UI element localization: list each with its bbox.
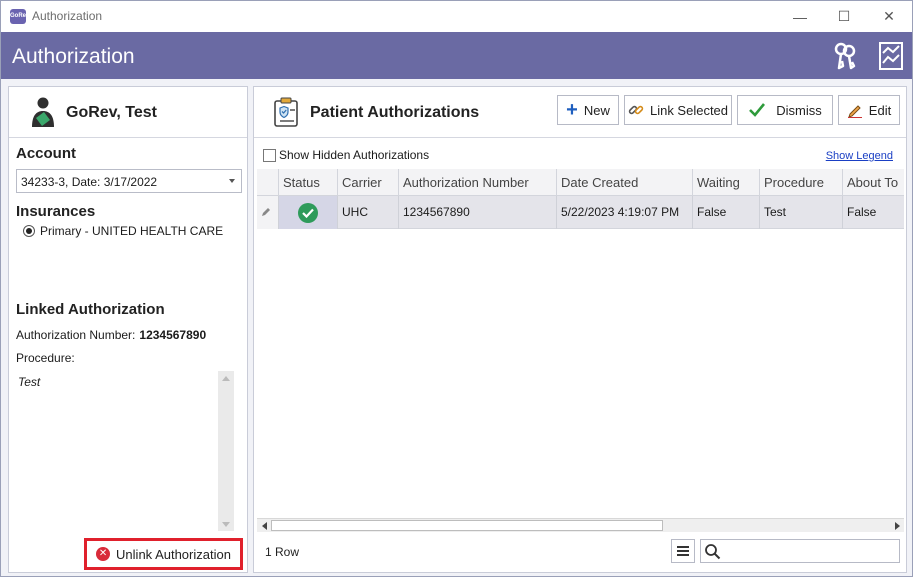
table-row[interactable]: UHC 1234567890 5/22/2023 4:19:07 PM Fals… <box>257 196 904 229</box>
plus-icon: + <box>566 99 578 121</box>
panel-title: Patient Authorizations <box>310 104 480 121</box>
column-header-authorization-number[interactable]: Authorization Number <box>398 169 556 196</box>
linked-authorization-label: Linked Authorization <box>16 301 165 318</box>
column-header-waiting[interactable]: Waiting <box>692 169 759 196</box>
show-hidden-label: Show Hidden Authorizations <box>279 148 430 162</box>
link-selected-button[interactable]: Link Selected <box>624 95 732 125</box>
procedure-value: Test <box>18 375 41 389</box>
header-band: Authorization <box>1 32 912 79</box>
show-legend-link[interactable]: Show Legend <box>826 150 893 162</box>
scroll-down-icon[interactable] <box>218 517 234 531</box>
row-count: 1 Row <box>265 545 300 559</box>
minimize-button[interactable]: — <box>777 1 823 32</box>
account-dropdown[interactable]: 34233-3, Date: 3/17/2022 <box>16 169 242 193</box>
checkmark-icon <box>749 103 766 117</box>
scrollbar-thumb[interactable] <box>271 520 663 531</box>
dismiss-button[interactable]: Dismiss <box>737 95 833 125</box>
patient-header: GoRev, Test <box>9 87 247 138</box>
chevron-down-icon <box>229 179 235 183</box>
table-horizontal-scrollbar[interactable] <box>257 518 904 532</box>
column-header-carrier[interactable]: Carrier <box>337 169 398 196</box>
linked-auth-number-row: Authorization Number: 1234567890 <box>16 328 206 342</box>
maximize-button[interactable]: ☐ <box>821 1 867 32</box>
patient-name: GoRev, Test <box>66 104 157 121</box>
column-header-status[interactable]: Status <box>278 169 337 196</box>
column-menu-button[interactable] <box>671 539 695 563</box>
procedure-scrollbar[interactable] <box>218 371 234 531</box>
auth-number-label: Authorization Number: <box>16 328 136 342</box>
date-created-cell: 5/22/2023 4:19:07 PM <box>556 196 692 229</box>
row-edit-indicator <box>257 196 278 229</box>
procedure-cell: Test <box>759 196 842 229</box>
unlink-authorization-label: Unlink Authorization <box>116 546 231 562</box>
keys-icon[interactable] <box>831 41 859 71</box>
show-hidden-authorizations[interactable]: Show Hidden Authorizations <box>263 148 429 162</box>
column-header-date-created[interactable]: Date Created <box>556 169 692 196</box>
header-indicator-cell <box>257 169 278 196</box>
status-cell <box>278 196 337 229</box>
close-button[interactable]: ✕ <box>866 1 912 32</box>
procedure-label: Procedure: <box>16 351 75 365</box>
title-bar: GoRev Authorization — ☐ ✕ <box>1 1 912 32</box>
search-box[interactable] <box>700 539 900 563</box>
scroll-up-icon[interactable] <box>218 371 234 385</box>
clipboard-shield-icon <box>274 97 298 127</box>
insurance-option-primary[interactable]: Primary - UNITED HEALTH CARE <box>23 224 223 238</box>
column-header-procedure[interactable]: Procedure <box>759 169 842 196</box>
table-header: Status Carrier Authorization Number Date… <box>257 169 904 196</box>
auth-number-value: 1234567890 <box>139 328 207 342</box>
app-logo-icon: GoRev <box>10 9 29 24</box>
column-header-about-to[interactable]: About To <box>842 169 904 196</box>
scroll-left-icon[interactable] <box>257 519 271 532</box>
page-title: Authorization <box>12 45 135 68</box>
authorization-window: GoRev Authorization — ☐ ✕ Authorization <box>0 0 913 577</box>
patient-authorizations-header: Patient Authorizations + New Link Select… <box>254 87 906 138</box>
patient-authorizations-panel: Patient Authorizations + New Link Select… <box>253 86 907 573</box>
waiting-cell: False <box>692 196 759 229</box>
account-label: Account <box>16 145 76 162</box>
procedure-text-area[interactable]: Test <box>16 371 234 531</box>
search-input[interactable] <box>723 542 895 560</box>
patient-icon <box>32 97 54 127</box>
account-selected-value: 34233-3, Date: 3/17/2022 <box>21 175 158 189</box>
pencil-icon <box>847 105 862 118</box>
show-hidden-checkbox[interactable] <box>263 148 276 162</box>
about-to-cell: False <box>842 196 904 229</box>
carrier-cell: UHC <box>337 196 398 229</box>
check-circle-icon <box>298 202 318 223</box>
window-title: Authorization <box>32 9 103 23</box>
authorization-number-cell: 1234567890 <box>398 196 556 229</box>
radio-button[interactable] <box>23 225 35 237</box>
new-button[interactable]: + New <box>557 95 619 125</box>
dismiss-label: Dismiss <box>776 102 822 118</box>
link-icon <box>628 105 644 115</box>
close-circle-icon: ✕ <box>96 547 111 561</box>
edit-button[interactable]: Edit <box>838 95 900 125</box>
pencil-icon <box>262 208 270 216</box>
hamburger-menu-icon <box>677 546 689 556</box>
search-icon <box>705 544 721 560</box>
link-selected-label: Link Selected <box>649 102 729 118</box>
new-label: New <box>583 102 610 118</box>
scroll-right-icon[interactable] <box>890 519 904 532</box>
edit-label: Edit <box>868 102 892 118</box>
authorizations-table: Status Carrier Authorization Number Date… <box>257 169 904 520</box>
patient-panel: GoRev, Test Account 34233-3, Date: 3/17/… <box>8 86 248 573</box>
chart-icon[interactable] <box>877 41 905 71</box>
unlink-authorization-button[interactable]: ✕ Unlink Authorization <box>84 538 243 570</box>
insurance-option-label: Primary - UNITED HEALTH CARE <box>40 224 224 238</box>
insurances-label: Insurances <box>16 203 96 220</box>
